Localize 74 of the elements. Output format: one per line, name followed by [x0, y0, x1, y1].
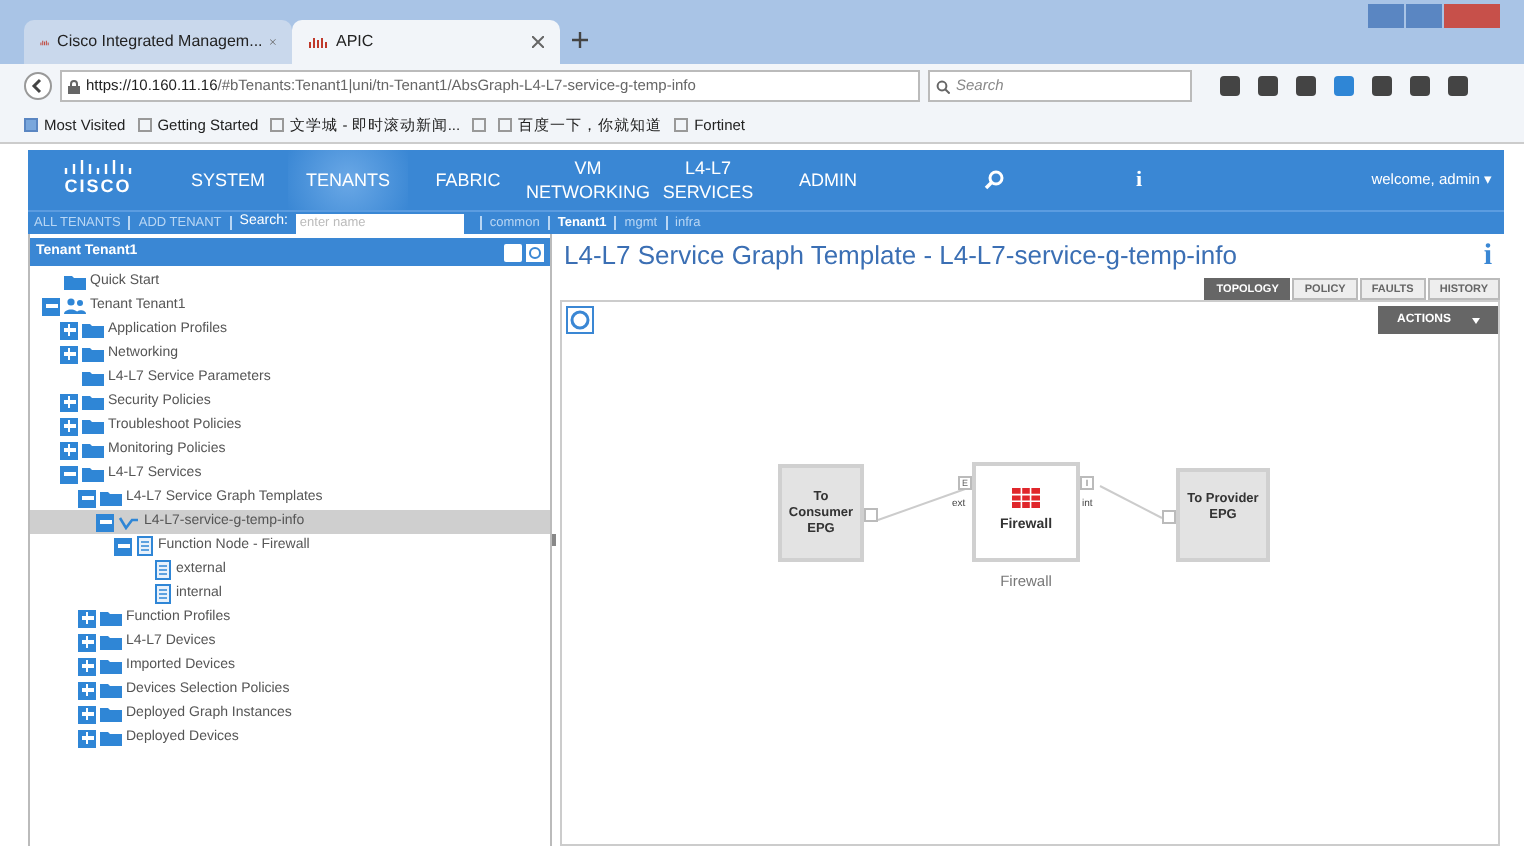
document-icon — [154, 560, 172, 580]
collapse-toggle[interactable] — [96, 513, 114, 531]
folder-icon — [82, 418, 104, 434]
collapse-toggle[interactable] — [114, 537, 132, 555]
toolbar-icons[interactable] — [1220, 76, 1468, 96]
info-icon[interactable]: i — [1483, 233, 1492, 279]
cisco-favicon-icon — [40, 35, 50, 49]
expand-toggle[interactable] — [60, 441, 78, 459]
connector-line — [1099, 485, 1163, 519]
lock-icon — [68, 79, 80, 93]
plus-icon[interactable] — [572, 32, 588, 48]
back-button[interactable] — [24, 72, 52, 100]
bookmark-icon — [24, 118, 38, 132]
nav-tab[interactable]: L4-L7 SERVICES — [648, 150, 768, 210]
firewall-logo-icon — [1012, 487, 1040, 508]
folder-icon — [82, 346, 104, 362]
collapse-toggle[interactable] — [42, 297, 60, 315]
expand-toggle[interactable] — [60, 321, 78, 339]
splitter-handle[interactable] — [552, 534, 556, 546]
page-title: L4-L7 Service Graph Template - L4-L7-service-g-temp-info — [564, 238, 1237, 275]
expand-toggle[interactable] — [78, 633, 96, 651]
search-icon — [936, 79, 950, 93]
nav-tab[interactable]: FABRIC — [408, 150, 528, 210]
port-square — [864, 508, 878, 522]
folder-icon — [64, 274, 86, 290]
users-icon — [64, 298, 86, 314]
collapse-toggle[interactable] — [78, 489, 96, 507]
document-icon — [136, 536, 154, 556]
folder-icon — [100, 682, 122, 698]
collapse-toggle[interactable] — [60, 465, 78, 483]
close-icon[interactable] — [270, 36, 276, 48]
expand-toggle[interactable] — [60, 393, 78, 411]
browser-tab[interactable]: Cisco Integrated Managem... — [24, 20, 292, 64]
folder-icon — [82, 466, 104, 482]
nav-tab[interactable]: SYSTEM — [168, 150, 288, 210]
window-controls — [1368, 4, 1500, 28]
expand-toggle[interactable] — [78, 609, 96, 627]
bookmark-icon — [674, 118, 689, 132]
info-icon[interactable]: i — [1136, 164, 1143, 210]
folder-icon — [100, 730, 122, 746]
folder-icon — [100, 634, 122, 650]
tab-title: APIC — [336, 30, 376, 54]
folder-icon — [100, 658, 122, 674]
search-icon[interactable] — [984, 170, 1004, 190]
refresh-icon[interactable] — [526, 243, 544, 261]
bookmark[interactable] — [472, 118, 487, 132]
port-square — [1162, 510, 1176, 524]
refresh-icon[interactable] — [566, 306, 594, 334]
bookmark-icon — [137, 118, 152, 132]
close-icon[interactable] — [532, 36, 544, 48]
expand-toggle[interactable] — [60, 345, 78, 363]
folder-icon — [100, 490, 122, 506]
expand-toggle[interactable] — [78, 729, 96, 747]
caret-icon — [1471, 317, 1479, 323]
document-icon — [154, 584, 172, 604]
folder-icon — [82, 370, 104, 386]
expand-toggle[interactable] — [78, 657, 96, 675]
expand-toggle[interactable] — [78, 705, 96, 723]
folder-icon — [100, 610, 122, 626]
expand-toggle[interactable] — [60, 417, 78, 435]
nav-tab[interactable]: VM NETWORKING — [528, 150, 648, 210]
folder-icon — [82, 394, 104, 410]
tab-title: Cisco Integrated Managem... — [57, 30, 263, 54]
bookmark-icon — [270, 118, 285, 132]
expand-toggle[interactable] — [78, 681, 96, 699]
folder-icon — [100, 706, 122, 722]
connector-line — [877, 487, 969, 521]
folder-icon — [82, 442, 104, 458]
browser-tab[interactable]: APIC — [292, 20, 560, 64]
folder-icon — [82, 322, 104, 338]
cisco-logo: CISCO — [28, 159, 168, 201]
cisco-favicon-icon — [308, 35, 328, 49]
graph-icon — [118, 514, 140, 530]
nav-tab[interactable]: ADMIN — [768, 150, 888, 210]
